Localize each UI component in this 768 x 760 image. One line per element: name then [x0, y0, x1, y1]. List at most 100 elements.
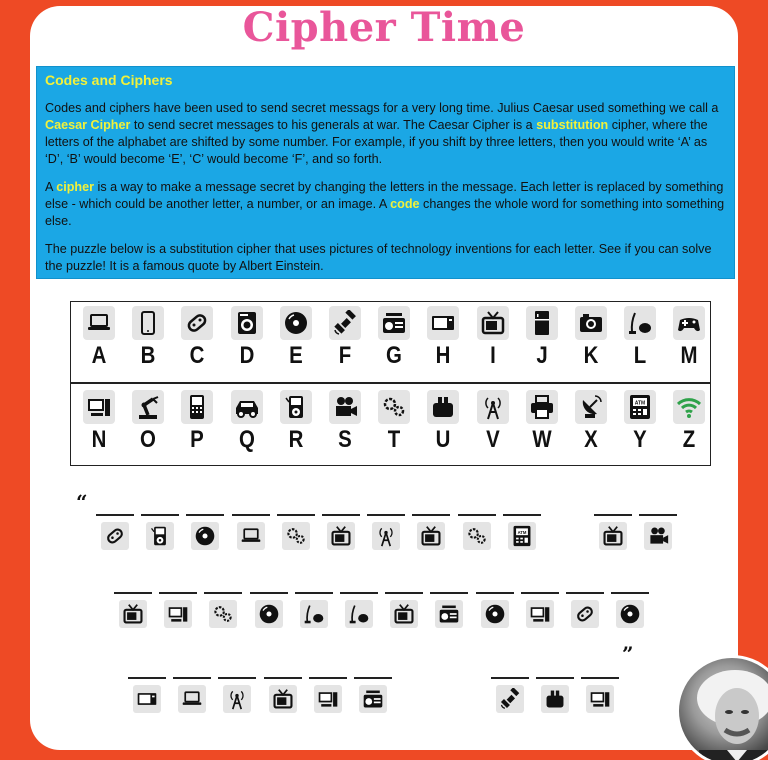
puzzle-letter-slot[interactable] — [308, 677, 347, 713]
puzzle-letter-slot[interactable] — [594, 514, 632, 550]
puzzle-letter-slot[interactable] — [581, 677, 620, 713]
disc-icon — [616, 600, 645, 628]
puzzle-letter-slot[interactable] — [354, 677, 392, 713]
highlight-caesar-cipher: Caesar Cipher — [45, 118, 131, 132]
answer-blank-line — [204, 592, 243, 594]
answer-blank-line — [340, 592, 378, 594]
puzzle-letter-slot[interactable] — [340, 592, 378, 628]
key-letter: I — [489, 342, 496, 369]
key-letter: Q — [238, 426, 255, 453]
key-letter: S — [338, 426, 352, 453]
puzzle-letter-slot[interactable] — [294, 592, 333, 628]
answer-blank-line — [173, 677, 212, 679]
gears-icon — [281, 522, 310, 550]
answer-blank-line — [186, 514, 225, 516]
svg-text:ATM: ATM — [517, 530, 526, 535]
puzzle-letter-slot[interactable] — [173, 677, 212, 713]
puzzle-letter-slot[interactable] — [231, 514, 270, 550]
key-letter: J — [536, 342, 548, 369]
key-cell-q: Q — [223, 390, 271, 454]
key-letter: A — [91, 342, 107, 369]
refrigerator-icon — [525, 306, 558, 340]
atm-icon: ATM — [624, 390, 657, 424]
wifi-icon — [673, 390, 706, 424]
television-icon — [476, 306, 509, 340]
puzzle-letter-slot[interactable] — [186, 514, 225, 550]
key-cell-e: E — [272, 306, 320, 370]
puzzle-letter-slot[interactable] — [141, 514, 180, 550]
disc-icon — [191, 522, 220, 550]
puzzle-letter-slot[interactable] — [520, 592, 559, 628]
robot-arm-icon — [132, 390, 165, 424]
key-letter: V — [485, 426, 500, 453]
desktop-computer-icon — [525, 600, 554, 628]
key-letter: M — [680, 342, 698, 369]
puzzle-letter-slot[interactable] — [491, 677, 529, 713]
desktop-computer-icon — [164, 600, 193, 628]
puzzle-letter-slot[interactable] — [114, 592, 152, 628]
key-letter: F — [338, 342, 352, 369]
puzzle-letter-slot[interactable] — [263, 677, 302, 713]
puzzle-letter-slot[interactable] — [218, 677, 257, 713]
game-controller-icon — [181, 306, 214, 340]
puzzle-letter-slot[interactable] — [128, 677, 166, 713]
puzzle-letter-slot[interactable] — [430, 592, 469, 628]
key-letter: L — [633, 342, 647, 369]
key-cell-t: T — [370, 390, 418, 454]
puzzle-letter-slot[interactable] — [457, 514, 496, 550]
washing-machine-icon — [230, 306, 263, 340]
key-cell-i: I — [469, 306, 517, 370]
satellite-icon — [329, 306, 361, 340]
puzzle-letter-slot[interactable] — [385, 592, 424, 628]
answer-blank-line — [611, 592, 650, 594]
answer-blank-line — [276, 514, 315, 516]
answer-blank-line — [96, 514, 134, 516]
television-icon — [327, 522, 355, 550]
microwave-icon — [133, 685, 161, 713]
answer-blank-line — [594, 514, 632, 516]
television-icon — [390, 600, 419, 628]
key-cell-l: L — [616, 306, 664, 370]
key-cell-y: ATM Y — [616, 390, 664, 454]
laptop-icon — [178, 685, 207, 713]
answer-blank-line — [457, 514, 496, 516]
highlight-substitution: substitution — [536, 118, 609, 132]
key-cell-j: J — [518, 306, 566, 370]
puzzle-letter-slot[interactable] — [159, 592, 198, 628]
key-letter: W — [532, 426, 552, 453]
puzzle-letter-slot[interactable] — [322, 514, 360, 550]
puzzle-letter-slot[interactable] — [611, 592, 650, 628]
puzzle-letter-slot[interactable] — [249, 592, 288, 628]
answer-blank-line — [491, 677, 529, 679]
answer-blank-line — [430, 592, 469, 594]
puzzle-letter-slot[interactable]: ATM — [502, 514, 541, 550]
key-letter: B — [140, 342, 156, 369]
info-paragraph-1: Codes and ciphers have been used to send… — [45, 101, 719, 166]
television-icon — [599, 522, 627, 550]
key-cell-f: F — [321, 306, 369, 370]
mp3-player-icon — [146, 522, 175, 550]
toaster-icon — [427, 390, 460, 424]
vacuum-cleaner-icon — [624, 306, 657, 340]
key-letter: Y — [633, 426, 647, 453]
desktop-computer-icon — [83, 390, 115, 424]
gears-icon — [378, 390, 411, 424]
puzzle-letter-slot[interactable] — [566, 592, 604, 628]
puzzle-letter-slot[interactable] — [276, 514, 315, 550]
game-controller-icon — [571, 600, 599, 628]
puzzle-letter-slot[interactable] — [639, 514, 678, 550]
puzzle-letter-slot[interactable] — [96, 514, 134, 550]
puzzle-letter-slot[interactable] — [204, 592, 243, 628]
key-cell-z: Z — [665, 390, 713, 454]
desktop-computer-icon — [586, 685, 615, 713]
answer-blank-line — [218, 677, 257, 679]
puzzle-letter-slot[interactable] — [475, 592, 514, 628]
puzzle-letter-slot[interactable] — [412, 514, 451, 550]
info-paragraph-2: A cipher is a way to make a message secr… — [45, 180, 725, 228]
puzzle-letter-slot[interactable] — [536, 677, 575, 713]
key-cell-k: K — [567, 306, 615, 370]
puzzle-letter-slot[interactable] — [367, 514, 406, 550]
gears-icon — [209, 600, 238, 628]
key-letter: D — [239, 342, 254, 369]
highlight-code: code — [390, 197, 420, 211]
